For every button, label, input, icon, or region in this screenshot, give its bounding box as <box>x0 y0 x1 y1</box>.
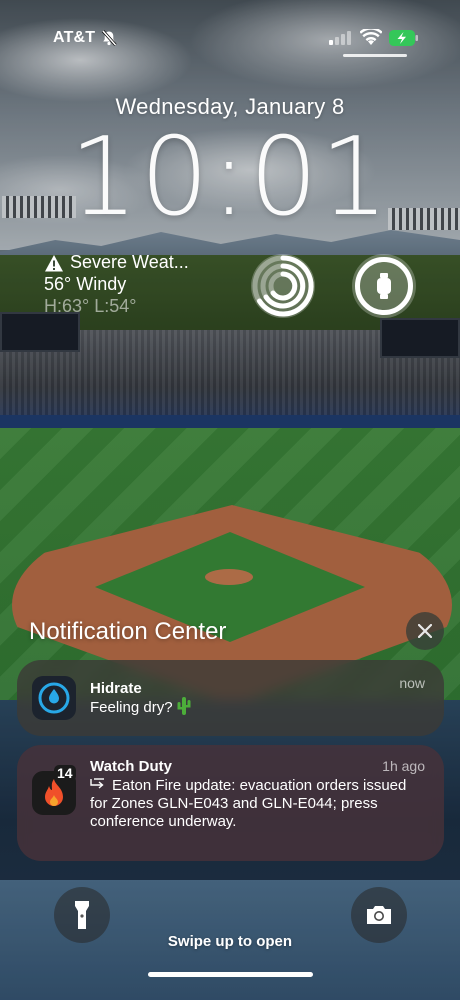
activity-widget[interactable] <box>251 254 315 318</box>
home-indicator[interactable] <box>148 972 313 977</box>
lock-screen-time: 10:01 <box>69 115 391 240</box>
status-bar-indicator <box>343 54 407 57</box>
notification-center-title: Notification Center <box>29 618 227 645</box>
weather-alert-text: Severe Weat... <box>70 252 189 272</box>
warning-triangle-icon <box>45 255 63 272</box>
carrier-label: AT&T <box>53 29 96 46</box>
weather-current: 56° Windy <box>44 274 127 294</box>
notification-watch-duty[interactable]: 14 Watch Duty 1h ago Eaton Fire update: … <box>17 745 444 861</box>
notification-hidrate[interactable]: Hidrate now Feeling dry? <box>17 660 444 736</box>
weather-widget[interactable]: Severe Weat... 56° Windy H:63° L:54° <box>44 252 214 322</box>
flashlight-icon <box>75 901 89 929</box>
notification-app-name: Hidrate <box>90 680 142 697</box>
thread-arrow-icon <box>90 778 104 789</box>
watch-duty-app-icon: 14 <box>32 765 76 815</box>
cellular-signal-icon <box>329 31 351 45</box>
camera-icon <box>367 906 391 924</box>
wifi-icon <box>360 29 382 45</box>
activity-rings-icon <box>252 255 314 317</box>
notification-time: now <box>399 675 425 691</box>
close-icon <box>418 624 432 638</box>
status-bar: AT&T <box>0 26 460 52</box>
battery-charging-icon <box>389 30 418 46</box>
notification-message: Feeling dry? <box>90 697 191 717</box>
notification-message-text: Eaton Fire update: evacuation orders iss… <box>90 777 407 830</box>
swipe-up-hint: Swipe up to open <box>167 933 293 950</box>
watch-battery-widget[interactable] <box>352 254 416 318</box>
weather-hi-lo: H:63° L:54° <box>44 296 137 316</box>
clear-notifications-button[interactable] <box>406 612 444 650</box>
notification-time: 1h ago <box>382 758 425 774</box>
cactus-icon <box>177 697 191 715</box>
water-drop-icon <box>38 682 70 714</box>
hidrate-app-icon <box>32 676 76 720</box>
notification-message: Eaton Fire update: evacuation orders iss… <box>90 777 420 831</box>
app-badge-count: 14 <box>54 765 76 781</box>
notification-message-text: Feeling dry? <box>90 699 173 716</box>
notification-app-name: Watch Duty <box>90 758 172 775</box>
bell-slash-icon <box>101 30 117 46</box>
apple-watch-icon <box>377 273 391 299</box>
